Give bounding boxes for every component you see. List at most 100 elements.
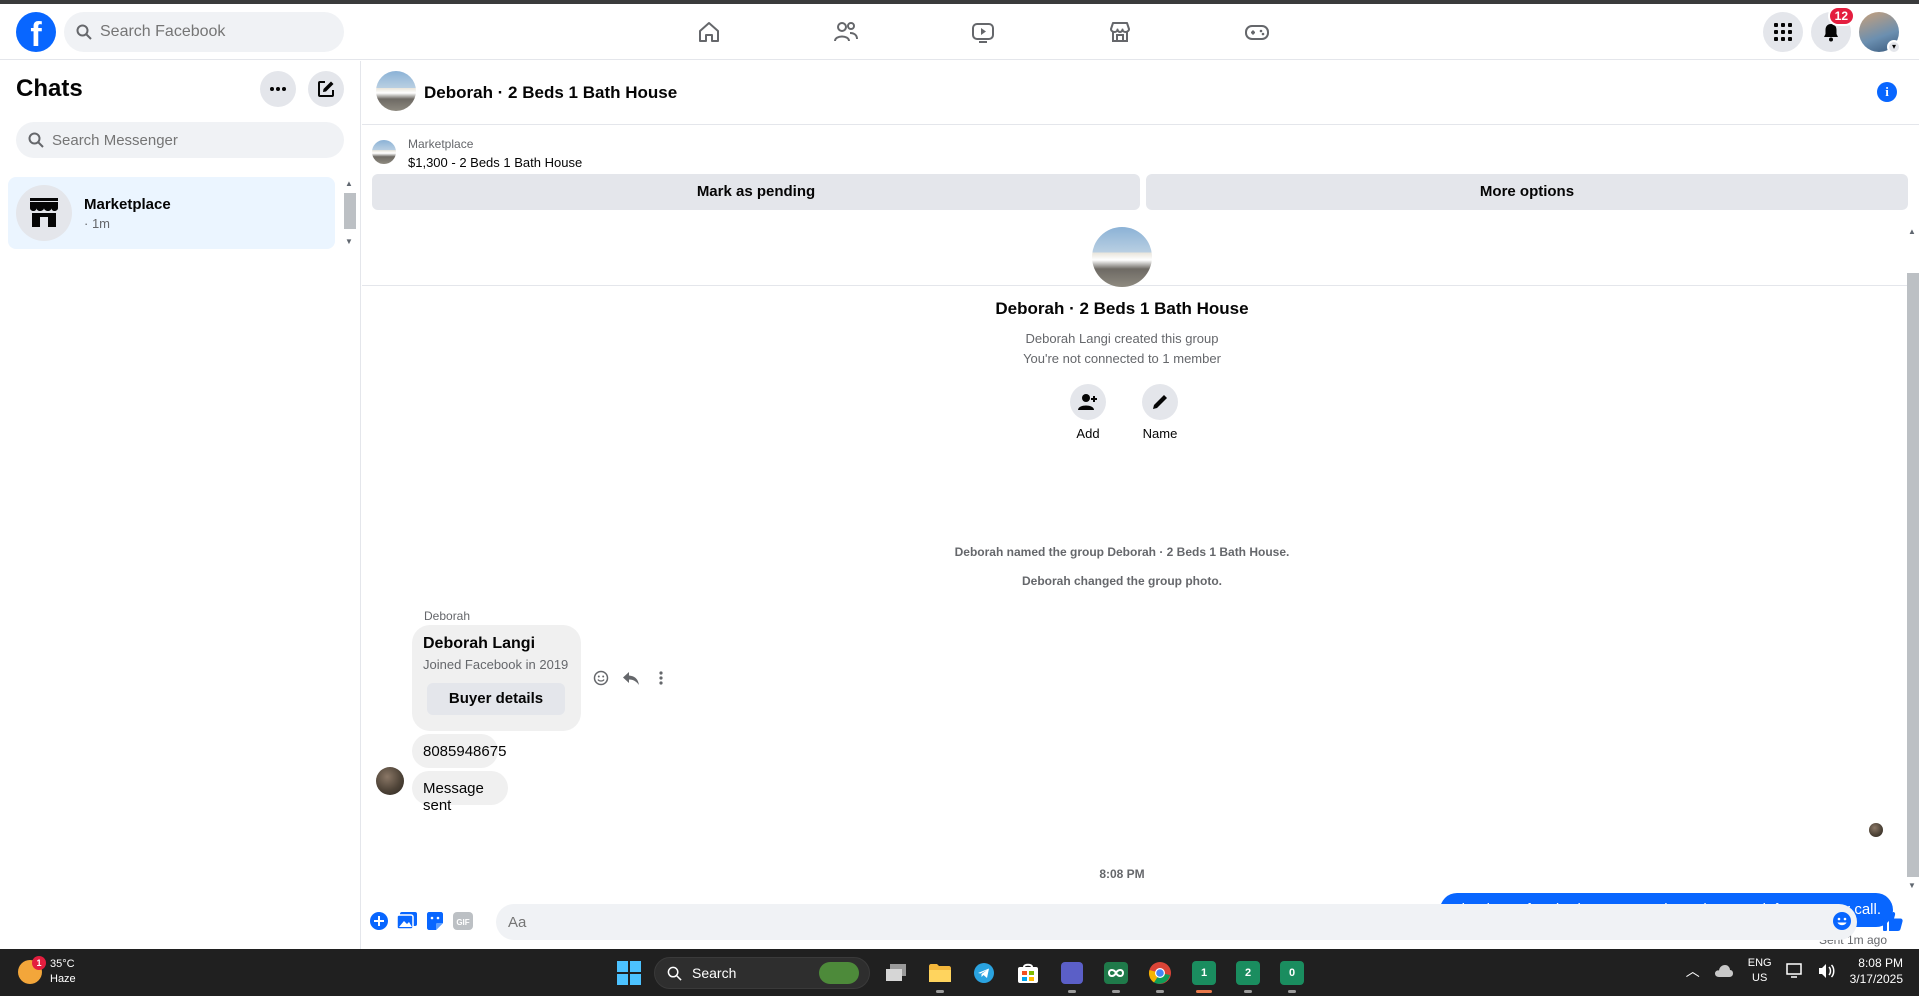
- sender-avatar[interactable]: [376, 767, 404, 795]
- notifications-button[interactable]: 12: [1811, 6, 1855, 52]
- language-code: ENG: [1747, 957, 1772, 969]
- taskbar-app-2[interactable]: 2: [1230, 955, 1266, 993]
- network-icon[interactable]: [1785, 963, 1804, 979]
- gif-icon: GIF: [453, 912, 473, 930]
- message-input[interactable]: [508, 913, 1808, 931]
- sticker-icon: [427, 912, 443, 930]
- running-indicator: [1244, 990, 1252, 993]
- menu-button[interactable]: [1763, 12, 1803, 52]
- scroll-down-arrow-icon[interactable]: ▼: [1908, 881, 1916, 890]
- facebook-search-input[interactable]: [100, 23, 320, 41]
- chat-options-button[interactable]: [260, 71, 296, 107]
- chat-item-time: · 1m: [84, 215, 110, 231]
- weather-widget[interactable]: 1 35°C Haze: [18, 956, 76, 987]
- rename-group-action[interactable]: Name: [1130, 384, 1190, 441]
- facebook-search-box[interactable]: [64, 12, 344, 52]
- taskbar-search-label: Search: [692, 965, 737, 981]
- app-number-badge: 0: [1280, 961, 1304, 985]
- chat-item-marketplace[interactable]: Marketplace · 1m: [8, 177, 335, 249]
- weather-description: Haze: [50, 973, 76, 985]
- store-icon: [1018, 963, 1038, 983]
- info-icon[interactable]: i: [1877, 82, 1897, 102]
- onedrive-cloud-icon[interactable]: [1714, 964, 1734, 978]
- more-actions-button[interactable]: [368, 910, 390, 932]
- new-message-button[interactable]: [308, 71, 344, 107]
- nav-gaming[interactable]: [1188, 4, 1325, 60]
- system-message-photo: Deborah changed the group photo.: [1022, 574, 1222, 588]
- incoming-message-text: 8085948675: [423, 743, 507, 760]
- sender-name-label: Deborah: [424, 609, 471, 623]
- message-thread: Deborah · 2 Beds 1 Bath House Deborah La…: [362, 227, 1919, 947]
- nav-video[interactable]: [914, 4, 1051, 60]
- taskbar-file-explorer[interactable]: [922, 955, 958, 993]
- listing-thumbnail[interactable]: [372, 140, 396, 164]
- chrome-icon: [1148, 962, 1171, 984]
- react-button[interactable]: [590, 667, 612, 689]
- taskbar-task-view[interactable]: [878, 955, 914, 991]
- scroll-up-arrow-icon[interactable]: ▲: [345, 179, 353, 188]
- scroll-up-arrow-icon[interactable]: ▲: [1908, 227, 1916, 236]
- conversation-title[interactable]: Deborah · 2 Beds 1 Bath House: [424, 83, 677, 103]
- more-options-button[interactable]: More options: [1146, 174, 1908, 210]
- send-like-button[interactable]: [1882, 910, 1904, 932]
- language-indicator[interactable]: ENG US: [1748, 956, 1772, 986]
- incoming-message-phone[interactable]: 8085948675: [412, 734, 506, 768]
- facebook-logo-icon[interactable]: f: [16, 12, 56, 52]
- messenger-search-box[interactable]: [16, 122, 344, 158]
- friends-icon: [833, 22, 858, 42]
- task-view-icon: [886, 964, 906, 981]
- chevron-up-icon[interactable]: ︿: [1686, 961, 1700, 981]
- taskbar-store[interactable]: [1010, 955, 1046, 991]
- running-indicator: [1288, 990, 1296, 993]
- buyer-name: Deborah Langi: [423, 635, 536, 652]
- reply-button[interactable]: [620, 667, 642, 689]
- chats-title: Chats: [16, 75, 83, 102]
- search-highlight-icon: [819, 962, 859, 984]
- thread-scroll-thumb[interactable]: [1907, 273, 1919, 877]
- incoming-message-status[interactable]: Message sent: [412, 771, 508, 814]
- photo-icon: [397, 912, 417, 930]
- video-icon: [971, 23, 994, 43]
- scroll-down-arrow-icon[interactable]: ▼: [345, 237, 353, 246]
- attach-photo-button[interactable]: [396, 910, 418, 932]
- plus-circle-icon: [370, 912, 388, 930]
- add-member-action[interactable]: Add: [1058, 384, 1118, 441]
- search-icon: [667, 966, 682, 981]
- mark-as-pending-button[interactable]: Mark as pending: [372, 174, 1140, 210]
- windows-start-icon[interactable]: [612, 956, 646, 990]
- taskbar-search[interactable]: Search: [654, 957, 870, 989]
- running-indicator: [1112, 990, 1120, 993]
- message-input-box[interactable]: [496, 904, 1857, 940]
- messenger-search-input[interactable]: [52, 131, 332, 149]
- nav-home[interactable]: [640, 4, 777, 60]
- weather-temperature: 35°C: [50, 958, 75, 970]
- listing-title[interactable]: $1,300 - 2 Beds 1 Bath House: [408, 155, 582, 170]
- thread-scrollbar[interactable]: ▲ ▼: [1905, 227, 1919, 893]
- taskbar-apps: Search 1 2 0: [612, 955, 1310, 993]
- taskbar-app-1[interactable]: 1: [1186, 955, 1222, 993]
- group-photo[interactable]: [1092, 227, 1152, 287]
- svg-text:GIF: GIF: [456, 918, 469, 927]
- taskbar-app-purple[interactable]: [1054, 955, 1090, 993]
- group-name: Deborah · 2 Beds 1 Bath House: [995, 299, 1249, 318]
- windows-taskbar: 1 35°C Haze Search 1 2 0 ︿ ENG US 8:08 P…: [0, 949, 1919, 996]
- sidebar-scrollbar[interactable]: ▲ ▼: [344, 179, 356, 249]
- nav-friends[interactable]: [777, 4, 914, 60]
- taskbar-telegram[interactable]: [966, 955, 1002, 991]
- nav-marketplace[interactable]: [1051, 4, 1188, 60]
- system-clock[interactable]: 8:08 PM 3/17/2025: [1850, 955, 1903, 987]
- sidebar-scroll-thumb[interactable]: [344, 193, 356, 229]
- group-avatar[interactable]: [376, 71, 416, 111]
- buyer-details-button[interactable]: Buyer details: [427, 683, 565, 715]
- sticker-button[interactable]: [424, 910, 446, 932]
- emoji-picker-button[interactable]: [1831, 910, 1853, 932]
- taskbar-chrome[interactable]: [1142, 955, 1178, 993]
- taskbar-app-green[interactable]: [1098, 955, 1134, 993]
- profile-avatar[interactable]: ▾: [1859, 12, 1901, 54]
- more-message-options-button[interactable]: [650, 667, 672, 689]
- emoji-icon: [1833, 912, 1851, 930]
- taskbar-app-0[interactable]: 0: [1274, 955, 1310, 993]
- chat-item-name: Marketplace: [84, 195, 171, 213]
- gif-button[interactable]: GIF: [452, 910, 474, 932]
- volume-icon[interactable]: [1818, 963, 1836, 979]
